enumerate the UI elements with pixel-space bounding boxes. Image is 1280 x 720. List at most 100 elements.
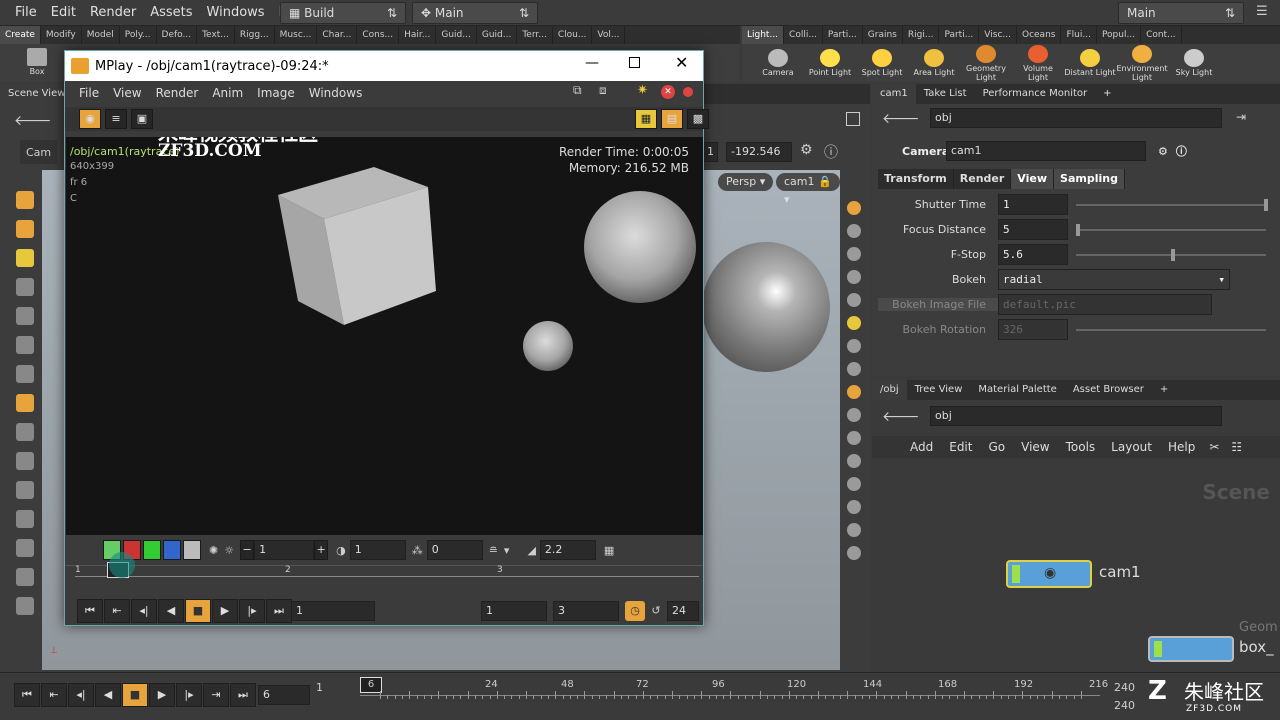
- subtab-render[interactable]: Render: [954, 169, 1012, 189]
- minimize-icon[interactable]: —: [585, 55, 599, 71]
- param-path-field[interactable]: obj: [930, 108, 1222, 128]
- mplay-menu-view[interactable]: View: [106, 86, 148, 100]
- mplay-menu-render[interactable]: Render: [149, 86, 206, 100]
- shelf-tab-right-2[interactable]: Parti...: [823, 26, 863, 44]
- last-frame-button[interactable]: ⏭: [230, 683, 256, 707]
- blue-channel-icon[interactable]: [163, 540, 181, 560]
- shelf-tab-right-7[interactable]: Oceans: [1017, 26, 1062, 44]
- subtab-sampling[interactable]: Sampling: [1054, 169, 1125, 189]
- tool-distant-light[interactable]: Distant Light: [1064, 49, 1116, 77]
- shelf-tab-right-5[interactable]: Parti...: [939, 26, 980, 44]
- bokeh-dropdown[interactable]: radial ▾: [998, 269, 1230, 290]
- corner-icon[interactable]: [847, 546, 861, 560]
- network-menu-layout[interactable]: Layout: [1103, 440, 1160, 454]
- light-icon[interactable]: [16, 394, 34, 412]
- sun-icon[interactable]: ☼: [224, 544, 234, 557]
- focus-distance-field[interactable]: 5: [998, 219, 1068, 240]
- sculpt-icon[interactable]: [16, 510, 34, 528]
- brush-icon[interactable]: [16, 481, 34, 499]
- render-view[interactable]: /obj/cam1(raytrace) 640x399 fr 6 C Rende…: [66, 137, 703, 535]
- wire-icon[interactable]: [847, 224, 861, 238]
- shelf-tab-right-9[interactable]: Popul...: [1097, 26, 1142, 44]
- last-frame-button[interactable]: ⏭: [266, 599, 292, 623]
- play-button[interactable]: ▶: [149, 683, 175, 707]
- chevron-down-icon[interactable]: ▾: [504, 544, 510, 557]
- spark-icon[interactable]: ✺: [209, 544, 218, 557]
- network-dropdown[interactable]: ✥ Main ⇅: [412, 2, 538, 24]
- subtab-transform[interactable]: Transform: [878, 169, 954, 189]
- persp-button[interactable]: Persp ▾: [718, 173, 774, 191]
- shelf-tab-4[interactable]: Defo...: [157, 26, 198, 44]
- shelf-tab-7[interactable]: Musc...: [275, 26, 318, 44]
- start-frame-label[interactable]: 1: [316, 681, 323, 694]
- frame-buffer-icon[interactable]: ⧉: [573, 83, 582, 98]
- back-arrow-icon[interactable]: 🡐: [882, 408, 920, 425]
- globe-icon[interactable]: [16, 597, 34, 615]
- tool-point-light[interactable]: Point Light: [804, 49, 856, 77]
- play-reverse-button[interactable]: ◀: [158, 599, 184, 623]
- step-back-button[interactable]: ◂|: [131, 599, 157, 623]
- quad-icon[interactable]: ▤: [661, 109, 683, 129]
- bulb-icon[interactable]: [847, 316, 861, 330]
- mplay-menu-file[interactable]: File: [65, 86, 106, 100]
- particle-icon[interactable]: [847, 362, 861, 376]
- coord-field-b[interactable]: -192.546: [726, 142, 792, 162]
- mplay-menu-anim[interactable]: Anim: [205, 86, 250, 100]
- network-menu-edit[interactable]: Edit: [941, 440, 980, 454]
- frame-field[interactable]: 6: [258, 685, 310, 705]
- node-name-field[interactable]: cam1: [946, 141, 1146, 161]
- shade-icon[interactable]: [847, 293, 861, 307]
- lock-icon[interactable]: [847, 247, 861, 261]
- shelf-tab-9[interactable]: Cons...: [357, 26, 400, 44]
- mplay-start-field[interactable]: 1: [481, 601, 547, 621]
- gear-icon[interactable]: ⚙: [1158, 145, 1168, 158]
- grid-icon[interactable]: ▩: [687, 109, 709, 129]
- loop-icon[interactable]: ↺: [647, 601, 665, 621]
- step-back-button[interactable]: ◂|: [68, 683, 94, 707]
- stop-button[interactable]: ■: [122, 683, 148, 707]
- record-icon[interactable]: [683, 87, 693, 97]
- help-icon[interactable]: ⓘ: [824, 142, 838, 162]
- shelf-tab-5[interactable]: Text...: [197, 26, 235, 44]
- subtab-view[interactable]: View: [1011, 169, 1055, 189]
- display-icon[interactable]: [847, 201, 861, 215]
- curve-icon[interactable]: [847, 454, 861, 468]
- f-stop-slider[interactable]: [1076, 248, 1266, 261]
- add-tab-icon[interactable]: +: [1152, 380, 1176, 400]
- stop-button[interactable]: ■: [185, 599, 211, 623]
- f-stop-field[interactable]: 5.6: [998, 244, 1068, 265]
- tool-spot-light[interactable]: Spot Light: [856, 49, 908, 77]
- network-tab-3[interactable]: Asset Browser: [1065, 380, 1152, 400]
- tool-area-light[interactable]: Area Light: [908, 49, 960, 77]
- first-frame-button[interactable]: ⏮: [14, 683, 40, 707]
- snapshot-icon[interactable]: ⧈: [599, 83, 607, 98]
- menu-render[interactable]: Render: [83, 0, 143, 26]
- shelf-tab-10[interactable]: Hair...: [399, 26, 437, 44]
- menu-lines-icon[interactable]: ☰: [1256, 4, 1268, 19]
- select-icon[interactable]: [16, 191, 34, 209]
- display-flag[interactable]: [1012, 565, 1020, 583]
- next-key-button[interactable]: ⇥: [203, 683, 229, 707]
- dot-icon[interactable]: [847, 431, 861, 445]
- shelf-tab-1[interactable]: Modify: [41, 26, 82, 44]
- step-forward-button[interactable]: |▸: [239, 599, 265, 623]
- decrement-icon[interactable]: −: [240, 540, 255, 560]
- mplay-frame-field[interactable]: 1: [291, 601, 375, 621]
- add-tab-icon[interactable]: +: [1095, 84, 1119, 104]
- network-menu-help[interactable]: Help: [1160, 440, 1203, 454]
- focus-distance-slider[interactable]: [1076, 223, 1266, 236]
- current-frame-marker[interactable]: 6: [360, 677, 382, 693]
- shelf-tab-11[interactable]: Guid...: [436, 26, 477, 44]
- shutter-time-field[interactable]: 1: [998, 194, 1068, 215]
- close-icon[interactable]: ✕: [675, 53, 688, 72]
- camera-view-icon[interactable]: [847, 385, 861, 399]
- mplay-menu-windows[interactable]: Windows: [302, 86, 370, 100]
- desktop-dropdown[interactable]: ▦ Build ⇅: [280, 2, 406, 24]
- tool-volume-light[interactable]: Volume Light: [1012, 44, 1064, 82]
- step-forward-button[interactable]: |▸: [176, 683, 202, 707]
- contrast-icon[interactable]: ◑: [336, 544, 346, 557]
- tile-icon[interactable]: ▦: [635, 109, 657, 129]
- param-tab-2[interactable]: Performance Monitor: [975, 84, 1096, 104]
- view-icon[interactable]: [16, 249, 34, 267]
- menu-windows[interactable]: Windows: [200, 0, 272, 26]
